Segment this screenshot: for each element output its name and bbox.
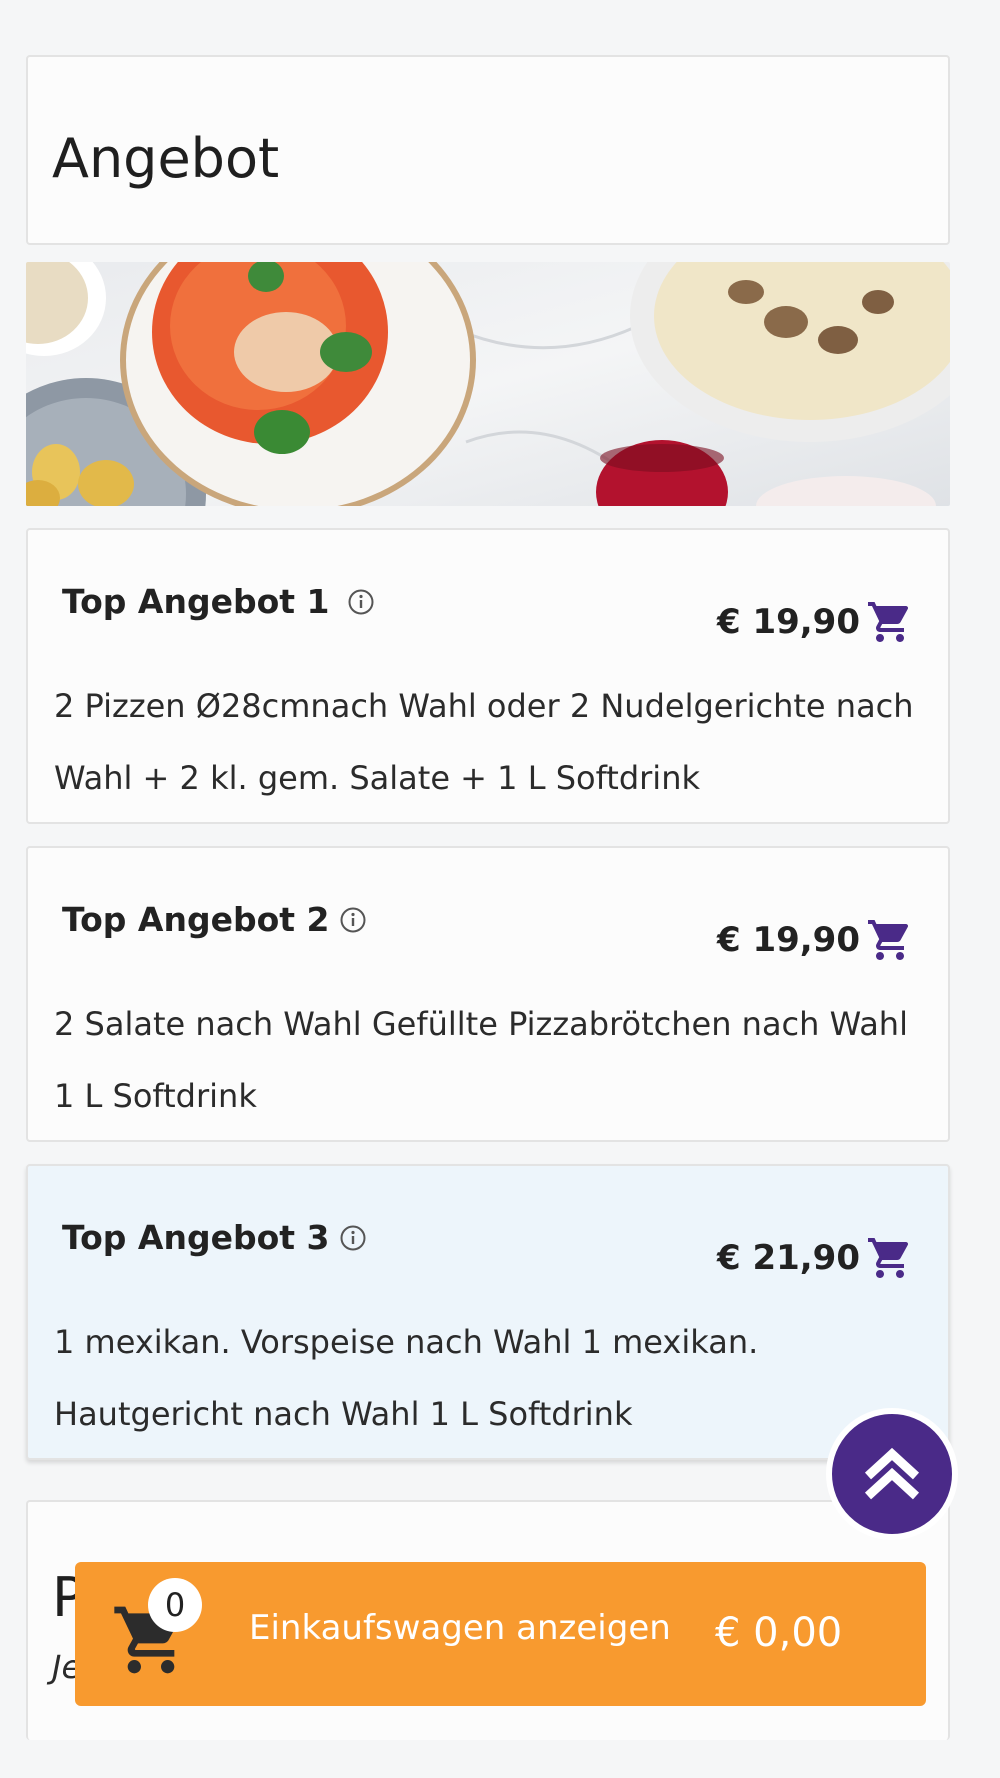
food-banner-image — [26, 262, 950, 506]
offer-name: Top Angebot 1 — [62, 582, 375, 621]
cart-count-badge: 0 — [148, 1578, 202, 1632]
offer-card-1[interactable]: Top Angebot 1 € 19,90 2 Pizzen Ø28cmnach… — [26, 528, 950, 824]
offer-description: 2 Pizzen Ø28cmnach Wahl oder 2 Nudelgeri… — [54, 687, 914, 797]
add-to-cart-icon[interactable] — [866, 598, 914, 646]
offer-name: Top Angebot 2 — [62, 900, 367, 939]
info-icon[interactable] — [339, 1224, 367, 1252]
offer-description: 1 mexikan. Vorspeise nach Wahl 1 mexikan… — [54, 1323, 759, 1433]
offer-card-2[interactable]: Top Angebot 2 € 19,90 2 Salate nach Wahl… — [26, 846, 950, 1142]
view-cart-label: Einkaufswagen anzeigen — [249, 1608, 671, 1648]
offer-name-label: Top Angebot 2 — [62, 900, 330, 939]
info-icon[interactable] — [339, 906, 367, 934]
price-area: € 19,90 — [717, 916, 914, 964]
scroll-to-top-button[interactable] — [826, 1408, 958, 1540]
offer-card-3[interactable]: Top Angebot 3 € 21,90 1 mexikan. Vorspei… — [26, 1164, 950, 1460]
section-title: Angebot — [52, 127, 280, 190]
offer-name: Top Angebot 3 — [62, 1218, 367, 1257]
section-header-card: Angebot — [26, 55, 950, 245]
add-to-cart-icon[interactable] — [866, 916, 914, 964]
cart-total: € 0,00 — [715, 1610, 843, 1656]
offer-price: € 19,90 — [716, 602, 860, 642]
offer-price: € 19,90 — [716, 920, 860, 960]
info-icon[interactable] — [347, 588, 375, 616]
add-to-cart-icon[interactable] — [866, 1234, 914, 1282]
price-area: € 21,90 — [717, 1234, 914, 1282]
double-chevron-up-icon — [864, 1447, 920, 1500]
offer-name-label: Top Angebot 1 — [62, 582, 330, 621]
offer-name-label: Top Angebot 3 — [62, 1218, 330, 1257]
price-area: € 19,90 — [717, 598, 914, 646]
view-cart-button[interactable]: 0 Einkaufswagen anzeigen € 0,00 — [75, 1562, 926, 1706]
offer-description: 2 Salate nach Wahl Gefüllte Pizzabrötche… — [54, 1005, 908, 1115]
offer-price: € 21,90 — [716, 1238, 860, 1278]
